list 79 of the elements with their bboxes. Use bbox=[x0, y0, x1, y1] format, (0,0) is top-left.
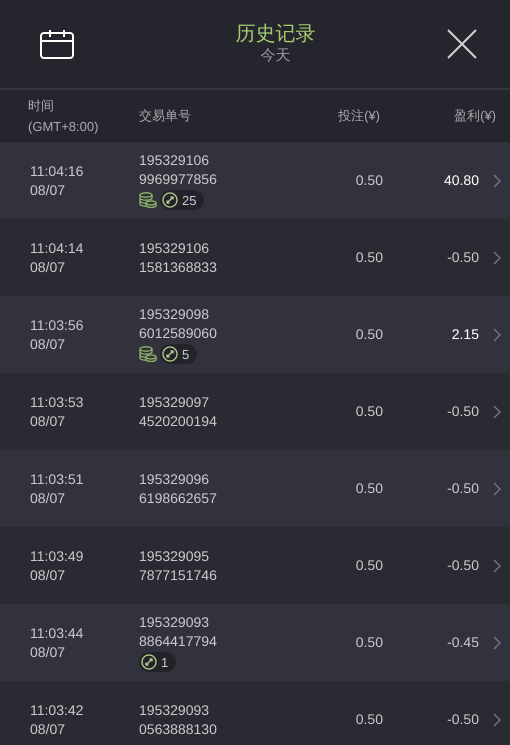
order-number: 7877151746 bbox=[139, 566, 218, 584]
order-number: 195329097 bbox=[139, 392, 210, 412]
order-number: 195329096 bbox=[139, 470, 210, 488]
order-number: 195329093 bbox=[139, 700, 210, 720]
order-number: 195329098 bbox=[139, 305, 210, 324]
date-text: 08/07 bbox=[30, 258, 66, 276]
chevron-right-icon bbox=[493, 482, 501, 496]
profit-amount: 40.80 bbox=[442, 171, 479, 190]
column-header: 盈利(¥) bbox=[453, 107, 496, 126]
profit-amount: -0.50 bbox=[446, 710, 479, 729]
arrows-circle-icon bbox=[162, 346, 178, 362]
order-number: 9969977856 bbox=[139, 170, 218, 189]
date-text: 08/07 bbox=[30, 412, 66, 430]
date-text: 08/07 bbox=[30, 642, 66, 662]
column-header: 时间 bbox=[28, 97, 55, 115]
order-number: 195329106 bbox=[139, 238, 210, 258]
chevron-right-icon bbox=[493, 328, 501, 342]
chevron-right-icon bbox=[493, 636, 501, 650]
time-text: 11:03:44 bbox=[30, 624, 84, 642]
column-header: 交易单号 bbox=[139, 107, 192, 126]
time-text: 11:04:14 bbox=[30, 238, 84, 258]
history-row[interactable]: 11:03:44 08/07 195329093 8864417794 1 0.50 -0.45 bbox=[0, 604, 510, 681]
profit-amount: -0.50 bbox=[446, 556, 479, 575]
chevron-right-icon bbox=[493, 558, 501, 572]
date-filter-label: 今天 bbox=[260, 46, 290, 66]
arrows-circle-icon bbox=[162, 192, 178, 208]
chevron-right-icon bbox=[493, 404, 501, 418]
chevron-right-icon bbox=[493, 250, 501, 264]
history-row[interactable]: 11:03:42 08/07 195329093 0563888130 0.50 -0.50 bbox=[0, 681, 510, 745]
time-text: 11:04:16 bbox=[30, 162, 84, 180]
order-number: 0563888130 bbox=[139, 720, 218, 738]
chevron-right-icon bbox=[493, 712, 501, 726]
time-text: 11:03:42 bbox=[30, 700, 84, 720]
date-text: 08/07 bbox=[30, 566, 66, 584]
bet-amount: 0.50 bbox=[354, 633, 383, 652]
arrows-circle-icon bbox=[141, 654, 157, 670]
chevron-right-icon bbox=[493, 174, 501, 188]
date-text: 08/07 bbox=[30, 720, 66, 738]
bet-amount: 0.50 bbox=[354, 402, 383, 421]
column-header: 投注(¥) bbox=[337, 107, 380, 126]
history-row[interactable]: 11:04:16 08/07 195329106 9969977856 25 0.50 40.80 bbox=[0, 142, 510, 219]
order-number: 6198662657 bbox=[139, 488, 218, 508]
profit-amount: -0.45 bbox=[446, 633, 479, 652]
history-row[interactable]: 11:03:56 08/07 195329098 6012589060 5 0.50 2.15 bbox=[0, 296, 510, 373]
calendar-icon[interactable] bbox=[40, 29, 74, 59]
bet-amount: 0.50 bbox=[354, 171, 383, 190]
order-number: 195329093 bbox=[139, 613, 210, 632]
time-text: 11:03:56 bbox=[30, 316, 84, 334]
profit-amount: -0.50 bbox=[446, 479, 479, 498]
order-number: 4520200194 bbox=[139, 412, 218, 430]
order-number: 6012589060 bbox=[139, 324, 218, 343]
bet-amount: 0.50 bbox=[354, 556, 383, 575]
bet-amount: 0.50 bbox=[354, 710, 383, 729]
time-text: 11:03:49 bbox=[30, 546, 84, 566]
history-row[interactable]: 11:03:53 08/07 195329097 4520200194 0.50 -0.50 bbox=[0, 373, 510, 450]
time-text: 11:03:51 bbox=[30, 470, 84, 488]
profit-amount: 2.15 bbox=[450, 325, 479, 344]
bet-amount: 0.50 bbox=[354, 479, 383, 498]
column-header: (GMT+8:00) bbox=[28, 118, 100, 136]
history-row[interactable]: 11:04:14 08/07 195329106 1581368833 0.50 -0.50 bbox=[0, 219, 510, 296]
date-text: 08/07 bbox=[30, 180, 66, 200]
profit-amount: -0.50 bbox=[446, 402, 479, 421]
bet-amount: 0.50 bbox=[354, 248, 383, 267]
history-row[interactable]: 11:03:51 08/07 195329096 6198662657 0.50 -0.50 bbox=[0, 450, 510, 527]
order-number: 195329106 bbox=[139, 151, 210, 170]
bet-amount: 0.50 bbox=[354, 325, 383, 344]
multiplier-count: 1 bbox=[161, 654, 168, 672]
history-row[interactable]: 11:03:49 08/07 195329095 7877151746 0.50 -0.50 bbox=[0, 527, 510, 604]
date-text: 08/07 bbox=[30, 334, 66, 354]
profit-amount: -0.50 bbox=[446, 248, 479, 267]
window-title: 历史记录 bbox=[236, 22, 316, 46]
time-text: 11:03:53 bbox=[30, 392, 84, 412]
close-icon[interactable] bbox=[447, 29, 477, 59]
order-number: 8864417794 bbox=[139, 632, 218, 651]
order-number: 1581368833 bbox=[139, 258, 218, 276]
multiplier-count: 25 bbox=[182, 192, 196, 210]
order-number: 195329095 bbox=[139, 546, 210, 566]
multiplier-count: 5 bbox=[182, 346, 190, 364]
date-text: 08/07 bbox=[30, 488, 66, 508]
